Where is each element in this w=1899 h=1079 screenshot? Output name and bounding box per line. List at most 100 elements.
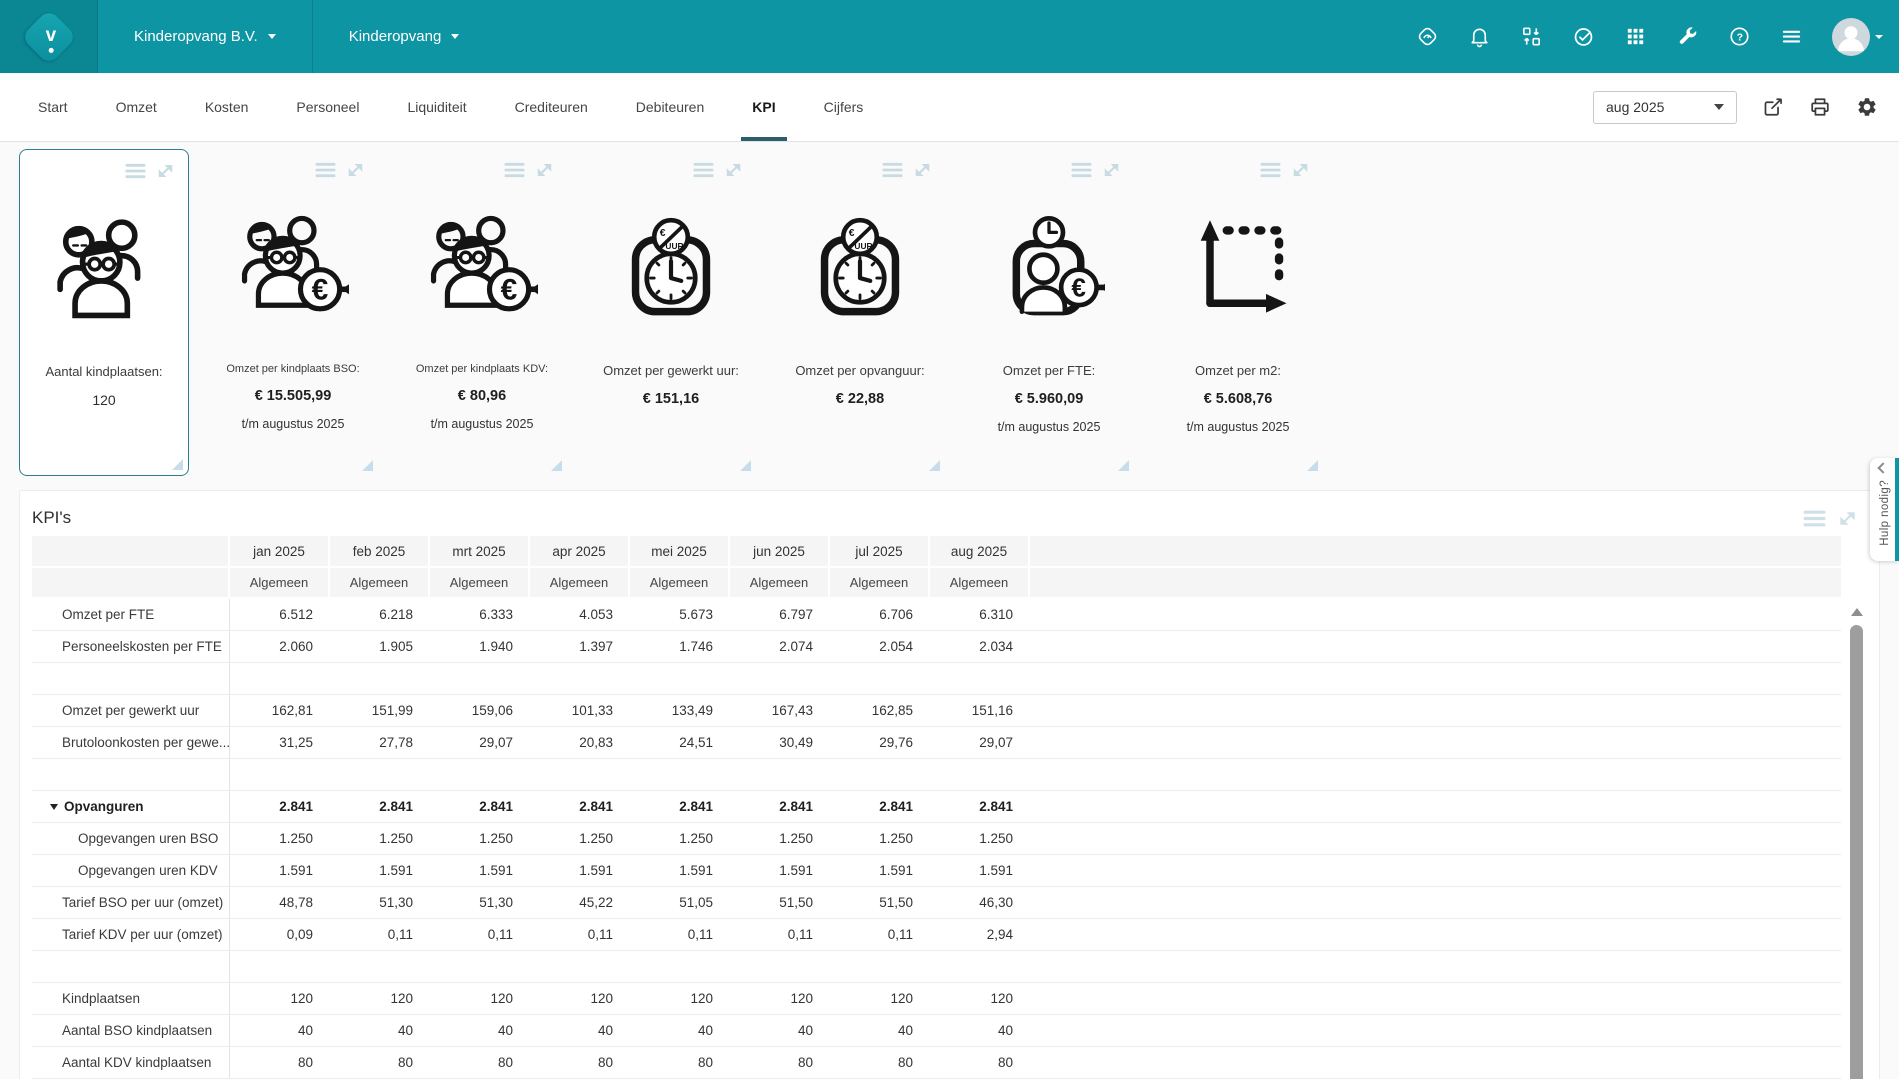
value-cell: 2.054 bbox=[829, 630, 929, 662]
card-menu-icon[interactable] bbox=[1071, 161, 1092, 179]
card-expand-icon[interactable] bbox=[155, 162, 176, 180]
value-cell: 80 bbox=[729, 1046, 829, 1078]
kpi-card[interactable]: Omzet per m2: € 5.608,76 t/m augustus 20… bbox=[1153, 149, 1323, 476]
report-tabbar: Start Omzet Kosten Personeel Liquiditeit… bbox=[0, 73, 1899, 142]
hamburger-menu-icon[interactable] bbox=[1780, 25, 1803, 48]
app-logo[interactable]: v bbox=[0, 0, 98, 73]
scroll-up-icon[interactable] bbox=[1851, 608, 1863, 616]
kpi-card[interactable]: Omzet per opvanguur: € 22,88 bbox=[775, 149, 945, 476]
dashboard-gauge-icon[interactable] bbox=[1416, 25, 1439, 48]
value-cell: 1.591 bbox=[929, 854, 1029, 886]
kpi-card[interactable]: Omzet per kindplaats KDV: € 80,96 t/m au… bbox=[397, 149, 567, 476]
check-circle-icon[interactable] bbox=[1572, 25, 1595, 48]
tab-kosten[interactable]: Kosten bbox=[181, 73, 273, 141]
tools-wrench-icon[interactable] bbox=[1676, 25, 1699, 48]
panel-menu-icon[interactable] bbox=[1803, 509, 1826, 528]
kpi-card[interactable]: Omzet per gewerkt uur: € 151,16 bbox=[586, 149, 756, 476]
apps-grid-icon[interactable] bbox=[1624, 25, 1647, 48]
period-select[interactable]: aug 2025 bbox=[1593, 91, 1737, 124]
value-cell bbox=[829, 950, 929, 982]
active-tab-indicator bbox=[741, 137, 786, 141]
value-cell: 2,94 bbox=[929, 918, 1029, 950]
table-scrollbar[interactable] bbox=[1849, 606, 1864, 1079]
table-row-opvanguren[interactable]: Opvanguren2.8412.8412.8412.8412.8412.841… bbox=[32, 790, 1841, 822]
value-cell bbox=[429, 758, 529, 790]
value-cell: 1.250 bbox=[429, 822, 529, 854]
table-row-omzet-per-fte[interactable]: Omzet per FTE6.5126.2186.3334.0535.6736.… bbox=[32, 598, 1841, 630]
table-row-tarief-kdv-per-uur-omzet[interactable]: Tarief KDV per uur (omzet)0,090,110,110,… bbox=[32, 918, 1841, 950]
card-resize-handle[interactable] bbox=[551, 460, 562, 471]
card-menu-icon[interactable] bbox=[504, 161, 525, 179]
share-export-icon[interactable] bbox=[1762, 96, 1784, 118]
card-value: € 5.960,09 bbox=[964, 391, 1134, 407]
settings-gear-icon[interactable] bbox=[1856, 96, 1878, 118]
kpi-card[interactable]: Aantal kindplaatsen: 120 bbox=[19, 149, 189, 476]
company-selector[interactable]: Kinderopvang B.V. bbox=[98, 0, 312, 73]
value-cell: 1.591 bbox=[229, 854, 329, 886]
value-cell: 51,50 bbox=[829, 886, 929, 918]
row-label: Opgevangen uren BSO bbox=[78, 831, 218, 846]
subheader-cell: Algemeen bbox=[329, 567, 429, 598]
administration-selector[interactable]: Kinderopvang bbox=[312, 0, 496, 73]
table-row-aantal-bso-kindplaatsen[interactable]: Aantal BSO kindplaatsen4040404040404040 bbox=[32, 1014, 1841, 1046]
table-row-brutoloonkosten-per-gewe[interactable]: Brutoloonkosten per gewe...31,2527,7829,… bbox=[32, 726, 1841, 758]
scrollbar-thumb[interactable] bbox=[1850, 625, 1863, 1079]
value-cell: 6.512 bbox=[229, 598, 329, 630]
month-header: mrt 2025 bbox=[429, 536, 529, 567]
clock-euro-icon bbox=[615, 209, 727, 321]
subheader-cell: Algemeen bbox=[229, 567, 329, 598]
card-menu-icon[interactable] bbox=[693, 161, 714, 179]
card-expand-icon[interactable] bbox=[912, 161, 933, 179]
card-resize-handle[interactable] bbox=[740, 460, 751, 471]
tab-kpi[interactable]: KPI bbox=[728, 73, 799, 141]
value-cell: 2.841 bbox=[829, 790, 929, 822]
card-expand-icon[interactable] bbox=[1290, 161, 1311, 179]
card-expand-icon[interactable] bbox=[345, 161, 366, 179]
card-menu-icon[interactable] bbox=[315, 161, 336, 179]
tab-cijfers[interactable]: Cijfers bbox=[800, 73, 888, 141]
table-row-omzet-per-gewerkt-uur[interactable]: Omzet per gewerkt uur162,81151,99159,061… bbox=[32, 694, 1841, 726]
card-resize-handle[interactable] bbox=[929, 460, 940, 471]
card-resize-handle[interactable] bbox=[362, 460, 373, 471]
card-menu-icon[interactable] bbox=[125, 162, 146, 180]
card-menu-icon[interactable] bbox=[882, 161, 903, 179]
card-resize-handle[interactable] bbox=[1307, 460, 1318, 471]
card-expand-icon[interactable] bbox=[723, 161, 744, 179]
tab-debiteuren[interactable]: Debiteuren bbox=[612, 73, 729, 141]
tab-start[interactable]: Start bbox=[14, 73, 92, 141]
card-resize-handle[interactable] bbox=[1118, 460, 1129, 471]
table-row-kindplaatsen[interactable]: Kindplaatsen120120120120120120120120 bbox=[32, 982, 1841, 1014]
value-cell: 0,11 bbox=[329, 918, 429, 950]
table-row-tarief-bso-per-uur-omzet[interactable]: Tarief BSO per uur (omzet)48,7851,3051,3… bbox=[32, 886, 1841, 918]
value-cell: 29,07 bbox=[429, 726, 529, 758]
tab-omzet[interactable]: Omzet bbox=[92, 73, 181, 141]
table-row-opgevangen-uren-kdv[interactable]: Opgevangen uren KDV1.5911.5911.5911.5911… bbox=[32, 854, 1841, 886]
tab-personeel[interactable]: Personeel bbox=[272, 73, 383, 141]
table-row-personeelskosten-per-fte[interactable]: Personeelskosten per FTE2.0601.9051.9401… bbox=[32, 630, 1841, 662]
table-row-opgevangen-uren-bso[interactable]: Opgevangen uren BSO1.2501.2501.2501.2501… bbox=[32, 822, 1841, 854]
kpi-card[interactable]: Omzet per kindplaats BSO: € 15.505,99 t/… bbox=[208, 149, 378, 476]
value-cell: 80 bbox=[829, 1046, 929, 1078]
subheader-cell: Algemeen bbox=[529, 567, 629, 598]
card-resize-handle[interactable] bbox=[172, 459, 183, 470]
help-circle-icon[interactable]: ? bbox=[1728, 25, 1751, 48]
help-tab[interactable]: Hulp nodig? bbox=[1870, 458, 1899, 561]
value-cell: 80 bbox=[229, 1046, 329, 1078]
card-menu-icon[interactable] bbox=[1260, 161, 1281, 179]
tab-crediteuren[interactable]: Crediteuren bbox=[491, 73, 612, 141]
user-menu[interactable] bbox=[1832, 18, 1883, 56]
tab-liquiditeit[interactable]: Liquiditeit bbox=[383, 73, 490, 141]
value-cell: 2.034 bbox=[929, 630, 1029, 662]
value-cell: 40 bbox=[329, 1014, 429, 1046]
collapse-row-icon[interactable] bbox=[50, 804, 58, 810]
card-expand-icon[interactable] bbox=[534, 161, 555, 179]
panel-expand-icon[interactable] bbox=[1836, 509, 1859, 528]
kpi-card[interactable]: Omzet per FTE: € 5.960,09 t/m augustus 2… bbox=[964, 149, 1134, 476]
table-row-aantal-kdv-kindplaatsen[interactable]: Aantal KDV kindplaatsen8080808080808080 bbox=[32, 1046, 1841, 1078]
reorder-transfer-icon[interactable] bbox=[1520, 25, 1543, 48]
value-cell: 1.940 bbox=[429, 630, 529, 662]
card-expand-icon[interactable] bbox=[1101, 161, 1122, 179]
card-value: € 5.608,76 bbox=[1153, 391, 1323, 407]
print-icon[interactable] bbox=[1809, 96, 1831, 118]
notifications-bell-icon[interactable] bbox=[1468, 25, 1491, 48]
